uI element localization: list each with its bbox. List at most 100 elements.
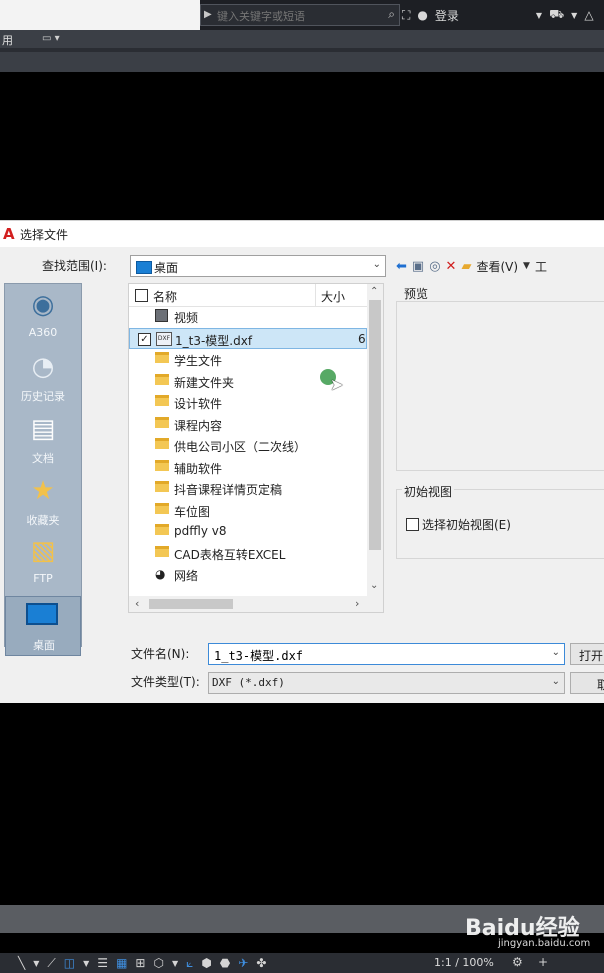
desktop-icon: [26, 603, 58, 625]
file-name-combo[interactable]: ⌄: [208, 643, 565, 665]
dropdown-icon[interactable]: ▼: [172, 959, 178, 968]
selection-cycling-icon[interactable]: ⊞: [135, 956, 145, 970]
places-bar: ◉ A360 ◔ 历史记录 ▤ 文档 ★ 收藏夹 ▧ FTP 桌面: [4, 283, 82, 656]
place-ftp[interactable]: ▧ FTP: [5, 532, 81, 592]
iso-draft-icon[interactable]: ⬢: [201, 956, 211, 970]
column-size[interactable]: 大小: [321, 288, 345, 305]
file-type-value: DXF (*.dxf): [212, 676, 285, 689]
autodesk-icon[interactable]: △: [584, 8, 593, 22]
zoom-scale-readout[interactable]: 1:1 / 100%: [434, 956, 494, 969]
folder-row[interactable]: pdffly v8: [129, 521, 367, 542]
file-type-combo[interactable]: DXF (*.dxf) ⌄: [208, 672, 565, 694]
login-dropdown-icon[interactable]: ▼: [536, 11, 542, 20]
horizontal-scrollbar[interactable]: ‹ ›: [129, 596, 383, 612]
initial-view-label[interactable]: 选择初始视图(E): [422, 516, 511, 533]
up-folder-icon[interactable]: ▣: [412, 259, 424, 274]
tools-menu[interactable]: 工: [535, 258, 547, 275]
place-documents[interactable]: ▤ 文档: [5, 410, 81, 470]
folder-row[interactable]: 车位图: [129, 500, 367, 521]
folder-row[interactable]: 设计软件: [129, 392, 367, 413]
folder-row[interactable]: 课程内容: [129, 414, 367, 435]
back-icon[interactable]: ⬅: [396, 259, 407, 274]
folder-row[interactable]: 供电公司小区（二次线）: [129, 435, 367, 456]
search-input[interactable]: [215, 6, 369, 26]
annotation-scale-icon[interactable]: ✈: [238, 956, 248, 970]
file-list[interactable]: 名称 ⌃ 大小 视频 ✓ DXF 1_t3-模型.dxf 6 学生文件 新建文件夹 设计软件课…: [128, 283, 384, 613]
settings-gear-icon[interactable]: ⚙: [512, 955, 523, 969]
scroll-thumb[interactable]: [149, 599, 233, 609]
place-label: FTP: [33, 572, 53, 585]
place-desktop[interactable]: 桌面: [5, 596, 81, 656]
file-size: 6: [358, 331, 366, 346]
search-box[interactable]: ▶ ⌕: [200, 4, 400, 26]
file-name-input[interactable]: [212, 646, 546, 664]
column-name[interactable]: 名称: [153, 288, 177, 305]
folder-row[interactable]: 学生文件: [129, 349, 367, 370]
look-in-combo[interactable]: 桌面 ⌄: [130, 255, 386, 277]
file-row[interactable]: ✓ DXF 1_t3-模型.dxf 6: [129, 327, 367, 349]
chevron-down-icon[interactable]: ⌄: [552, 676, 560, 687]
object-snap-icon[interactable]: ◫: [64, 956, 75, 970]
network-row[interactable]: ◕ 网络: [129, 564, 367, 585]
desktop-icon: [136, 261, 152, 274]
dropdown-icon[interactable]: ▼: [33, 959, 39, 968]
place-history[interactable]: ◔ 历史记录: [5, 348, 81, 408]
folder-icon: [155, 416, 169, 428]
scroll-left-icon[interactable]: ‹: [135, 597, 139, 610]
folder-row[interactable]: 辅助软件: [129, 457, 367, 478]
search-web-icon[interactable]: ◎: [429, 259, 440, 274]
initial-view-checkbox[interactable]: [406, 518, 419, 531]
cancel-button[interactable]: 取: [570, 672, 604, 694]
plus-icon[interactable]: +: [538, 955, 548, 969]
annotation-monitor-icon[interactable]: ⬣: [220, 956, 230, 970]
cart-icon[interactable]: ⛟: [549, 7, 564, 23]
user-icon[interactable]: ●: [417, 8, 427, 22]
place-label: 收藏夹: [26, 514, 60, 527]
binoculars-icon[interactable]: ⛶: [402, 8, 410, 23]
dialog-title-bar[interactable]: A 选择文件: [0, 221, 604, 247]
views-menu[interactable]: 查看(V): [476, 258, 518, 275]
place-label: 文档: [32, 452, 54, 465]
file-row[interactable]: 视频: [129, 306, 367, 327]
scroll-thumb[interactable]: [369, 300, 381, 550]
place-favorites[interactable]: ★ 收藏夹: [5, 472, 81, 532]
polar-icon[interactable]: ⟋: [47, 956, 55, 971]
place-label: 桌面: [33, 639, 55, 652]
scroll-up-icon[interactable]: ⌃: [370, 286, 378, 297]
open-button[interactable]: 打开: [570, 643, 604, 665]
views-dropdown-icon[interactable]: ▼: [523, 261, 530, 271]
ribbon-dropdown-icon[interactable]: ▭ ▾: [42, 33, 60, 44]
top-right-tools: ⛶ ● 登录 ▼ ⛟ ▼ △: [402, 5, 594, 25]
annotation-visibility-icon[interactable]: ✤: [256, 956, 266, 970]
cart-dropdown-icon[interactable]: ▼: [571, 11, 577, 20]
expand-arrow-icon[interactable]: ▶: [204, 9, 212, 20]
video-icon: [155, 309, 168, 322]
folder-icon: [155, 373, 169, 385]
select-all-checkbox[interactable]: [135, 289, 148, 302]
file-name: 供电公司小区（二次线）: [174, 440, 307, 454]
preview-pane: [396, 301, 604, 471]
new-folder-icon[interactable]: ▰: [461, 259, 471, 274]
column-divider[interactable]: [315, 284, 316, 306]
folder-row[interactable]: CAD表格互转EXCEL: [129, 543, 367, 564]
vertical-scrollbar[interactable]: ⌃ ⌄: [367, 284, 383, 596]
login-link[interactable]: 登录: [435, 7, 459, 24]
lineweight-icon[interactable]: ☰: [97, 956, 108, 970]
chevron-down-icon[interactable]: ⌄: [552, 647, 560, 658]
place-a360[interactable]: ◉ A360: [5, 286, 81, 346]
row-checkbox[interactable]: ✓: [138, 332, 151, 346]
3d-osnap-icon[interactable]: ⬡: [153, 956, 163, 970]
dropdown-icon[interactable]: ▼: [83, 959, 89, 968]
delete-icon[interactable]: ✕: [446, 259, 457, 274]
dynamic-ucs-icon[interactable]: ⟀: [186, 956, 193, 971]
scroll-right-icon[interactable]: ›: [355, 597, 359, 610]
search-icon[interactable]: ⌕: [388, 7, 395, 22]
file-name: 设计软件: [174, 397, 223, 411]
transparency-icon[interactable]: ▦: [116, 956, 127, 970]
osnap-icon[interactable]: ╲: [18, 956, 25, 970]
scroll-down-icon[interactable]: ⌄: [370, 580, 378, 591]
chevron-down-icon[interactable]: ⌄: [373, 259, 381, 270]
folder-icon: [155, 438, 169, 449]
folder-row[interactable]: 抖音课程详情页定稿: [129, 478, 367, 499]
file-list-header: 名称 ⌃ 大小: [129, 284, 383, 307]
